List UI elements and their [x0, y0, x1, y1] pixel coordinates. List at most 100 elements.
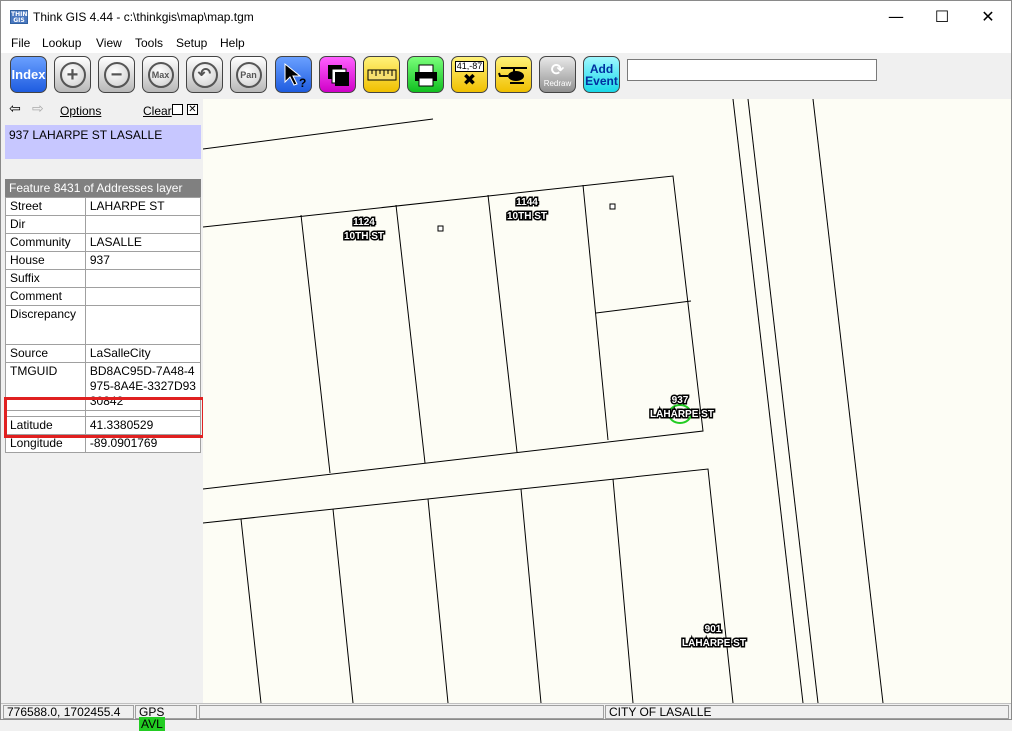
- options-link[interactable]: Options: [60, 104, 101, 118]
- table-row: Street LAHARPE ST: [5, 197, 202, 216]
- print-button[interactable]: [407, 56, 444, 93]
- app-logo-icon: THINK GIS: [10, 10, 33, 24]
- panel-nav: ⇦ ⇨ Options Clear ✕: [1, 99, 203, 123]
- crosshair-icon: ✖: [462, 70, 477, 89]
- menu-view[interactable]: View: [96, 36, 122, 50]
- status-coordinates: 776588.0, 1702455.4: [3, 705, 134, 719]
- attr-key: Suffix: [5, 269, 86, 288]
- add-event-button[interactable]: Add Event: [583, 56, 620, 93]
- maximize-button[interactable]: ☐: [919, 1, 965, 33]
- goto-coordinate-button[interactable]: 41,-87 ✖: [451, 56, 488, 93]
- app-window: THINK GIS Think GIS 4.44 - c:\thinkgis\m…: [0, 0, 1012, 731]
- attr-key: Dir: [5, 215, 86, 234]
- status-message: [199, 705, 604, 719]
- menu-tools[interactable]: Tools: [135, 36, 163, 50]
- label-number: 901: [705, 624, 722, 635]
- info-panel: ⇦ ⇨ Options Clear ✕ 937 LAHARPE ST LASAL…: [1, 99, 205, 703]
- measure-button[interactable]: [363, 56, 400, 93]
- layers-icon: [327, 64, 349, 86]
- attr-key: Source: [5, 344, 86, 363]
- attr-value: LASALLE: [84, 233, 202, 252]
- map-labels: 1124 10TH ST 1144 10TH ST 937 LAHARPE ST…: [342, 196, 748, 651]
- menu-help[interactable]: Help: [220, 36, 245, 50]
- svg-text:?: ?: [299, 76, 306, 90]
- attr-value: LAHARPE ST: [84, 197, 202, 216]
- label-901: 901 LAHARPE ST: [681, 623, 748, 651]
- back-arrow-icon[interactable]: ⇦: [9, 101, 21, 117]
- add-event-label-1: Add: [589, 61, 614, 76]
- clear-link[interactable]: Clear: [143, 104, 172, 118]
- menu-bar: File Lookup View Tools Setup Help: [1, 33, 1011, 53]
- table-row: Dir: [5, 215, 202, 234]
- add-event-label-2: Event: [585, 73, 618, 88]
- attr-value: [84, 305, 202, 345]
- status-city: CITY OF LASALLE: [605, 705, 1009, 719]
- toolbar: Index + − Max ↶ Pan ? 41,-87 ✖ ⟳ Redraw …: [1, 53, 1011, 99]
- ruler-icon: [367, 69, 396, 80]
- map-canvas[interactable]: 1124 10TH ST 1144 10TH ST 937 LAHARPE ST…: [203, 99, 1011, 703]
- close-button[interactable]: ✕: [965, 1, 1011, 33]
- zoom-in-button[interactable]: +: [54, 56, 91, 93]
- table-row: Discrepancy: [5, 305, 202, 345]
- layers-button[interactable]: [319, 56, 356, 93]
- label-street: LAHARPE ST: [682, 638, 746, 649]
- zoom-max-icon: Max: [147, 61, 174, 88]
- zoom-previous-button[interactable]: ↶: [186, 56, 223, 93]
- label-number: 1124: [353, 217, 375, 228]
- zoom-out-button[interactable]: −: [98, 56, 135, 93]
- table-row: Community LASALLE: [5, 233, 202, 252]
- feature-header: Feature 8431 of Addresses layer: [5, 179, 201, 197]
- identify-button[interactable]: ?: [275, 56, 312, 93]
- redraw-label: Redraw: [543, 79, 572, 88]
- label-1124: 1124 10TH ST: [342, 216, 385, 244]
- zoom-max-button[interactable]: Max: [142, 56, 179, 93]
- attr-value: [84, 287, 202, 306]
- printer-icon: [414, 64, 437, 86]
- refresh-icon: ⟳: [550, 60, 565, 79]
- pan-button[interactable]: Pan: [230, 56, 267, 93]
- label-1144: 1144 10TH ST: [505, 196, 548, 224]
- avl-indicator: AVL: [139, 717, 165, 731]
- attr-value: [84, 215, 202, 234]
- table-row: Comment: [5, 287, 202, 306]
- window-title: Think GIS 4.44 - c:\thinkgis\map\map.tgm: [33, 10, 254, 24]
- zoom-previous-icon: ↶: [191, 61, 218, 88]
- status-gps: GPS AVL: [135, 705, 197, 731]
- label-number: 937: [672, 395, 689, 406]
- attr-value: LaSalleCity: [84, 344, 202, 363]
- attr-key: Discrepancy: [5, 305, 86, 345]
- label-street: LAHARPE ST: [650, 409, 714, 420]
- pan-icon: Pan: [235, 61, 262, 88]
- forward-arrow-icon[interactable]: ⇨: [32, 101, 44, 117]
- attr-key: House: [5, 251, 86, 270]
- table-row: Source LaSalleCity: [5, 344, 202, 363]
- label-street: 10TH ST: [344, 231, 384, 242]
- redraw-button[interactable]: ⟳ Redraw: [539, 56, 576, 93]
- table-row: House 937: [5, 251, 202, 270]
- menu-setup[interactable]: Setup: [176, 36, 207, 50]
- zoom-in-icon: +: [59, 61, 86, 88]
- attr-key: Comment: [5, 287, 86, 306]
- menu-lookup[interactable]: Lookup: [42, 36, 81, 50]
- menu-file[interactable]: File: [11, 36, 30, 50]
- index-button[interactable]: Index: [10, 56, 47, 93]
- selected-address: 937 LAHARPE ST LASALLE: [5, 125, 201, 159]
- label-937: 937 LAHARPE ST: [649, 394, 716, 422]
- minimize-button[interactable]: —: [873, 1, 919, 33]
- title-bar[interactable]: THINK GIS Think GIS 4.44 - c:\thinkgis\m…: [1, 1, 1011, 33]
- attr-key: Street: [5, 197, 86, 216]
- zoom-out-icon: −: [103, 61, 130, 88]
- cursor-question-icon: ?: [284, 62, 306, 90]
- label-street: 10TH ST: [507, 211, 547, 222]
- helicopter-icon: [497, 66, 527, 84]
- restore-icon[interactable]: [172, 104, 183, 115]
- avl-button[interactable]: [495, 56, 532, 93]
- command-input[interactable]: [627, 59, 877, 81]
- attr-value: 937: [84, 251, 202, 270]
- label-number: 1144: [516, 197, 538, 208]
- close-panel-icon[interactable]: ✕: [187, 104, 198, 115]
- coordinates-highlight: [4, 397, 205, 438]
- attr-key: Community: [5, 233, 86, 252]
- attr-value: [84, 269, 202, 288]
- status-bar: 776588.0, 1702455.4 GPS AVL CITY OF LASA…: [1, 703, 1011, 731]
